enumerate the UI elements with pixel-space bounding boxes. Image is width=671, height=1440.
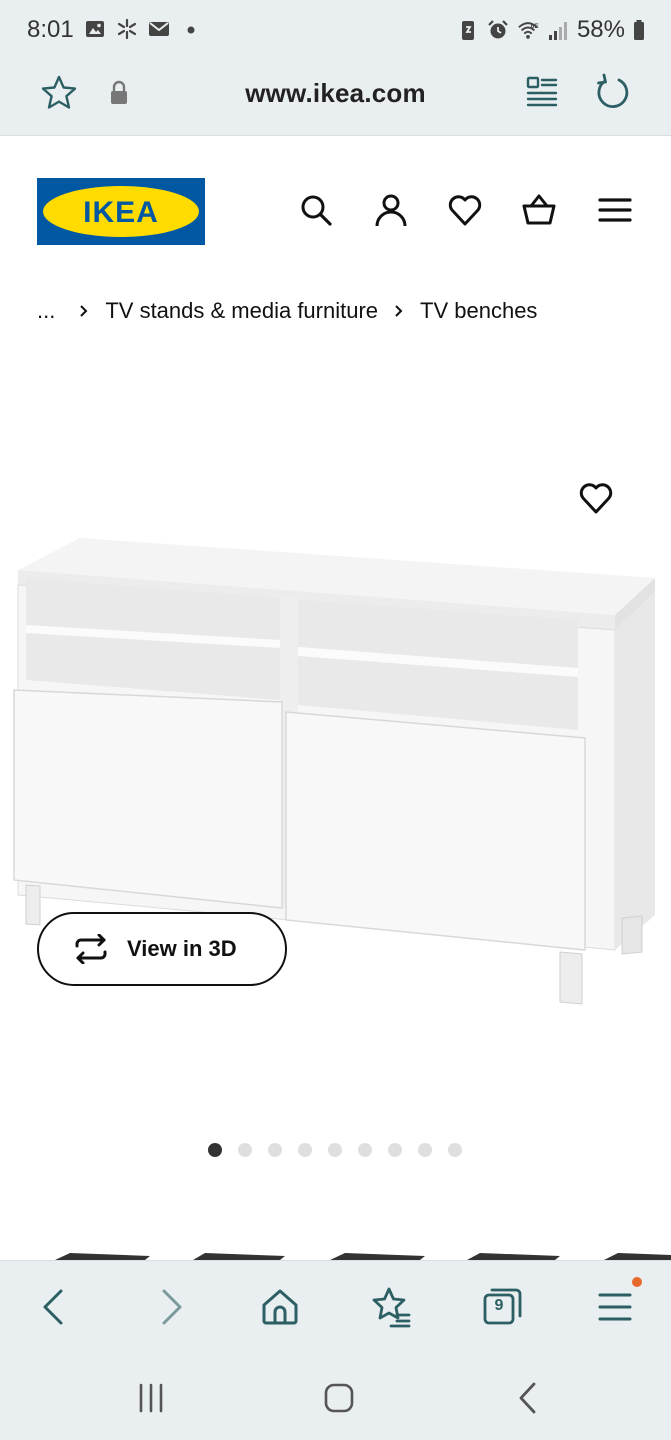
carousel-dot[interactable] xyxy=(388,1143,402,1157)
battery-icon xyxy=(634,20,644,40)
menu-icon[interactable] xyxy=(594,1285,638,1329)
sparkle-icon xyxy=(117,18,137,40)
url-address[interactable]: www.ikea.com xyxy=(0,78,671,109)
home-nav-icon[interactable] xyxy=(321,1380,357,1416)
status-notification-icons xyxy=(84,18,202,40)
ikea-logo[interactable]: IKEA xyxy=(37,178,205,245)
status-bar: 8:01 6E 58% xyxy=(0,0,671,60)
heart-icon[interactable] xyxy=(447,192,483,228)
breadcrumb-ellipsis[interactable]: ... xyxy=(37,298,55,324)
tab-count: 9 xyxy=(494,1297,504,1314)
status-system-icons: 6E 58% xyxy=(457,16,645,44)
back-icon[interactable] xyxy=(33,1285,77,1329)
breadcrumb-item-tv-stands[interactable]: TV stands & media furniture xyxy=(105,298,378,324)
browser-url-bar: www.ikea.com xyxy=(0,60,671,136)
browser-bottom-bar: 9 xyxy=(0,1260,671,1352)
carousel-dot[interactable] xyxy=(208,1143,222,1157)
view-in-3d-button[interactable]: View in 3D xyxy=(37,912,287,986)
forward-icon[interactable] xyxy=(148,1285,192,1329)
recent-apps-icon[interactable] xyxy=(133,1380,169,1416)
carousel-dot[interactable] xyxy=(298,1143,312,1157)
chevron-right-icon xyxy=(395,305,403,317)
account-icon[interactable] xyxy=(373,192,409,228)
menu-icon[interactable] xyxy=(597,192,633,228)
signal-icon xyxy=(548,22,567,40)
image-carousel-dots xyxy=(208,1143,462,1157)
reload-icon[interactable] xyxy=(592,72,632,112)
carousel-dot[interactable] xyxy=(418,1143,432,1157)
system-navigation-bar xyxy=(0,1352,671,1440)
tabs-button[interactable]: 9 xyxy=(480,1285,524,1329)
status-time: 8:01 xyxy=(27,16,74,43)
home-icon[interactable] xyxy=(258,1285,302,1329)
mail-icon xyxy=(149,22,169,36)
chevron-right-icon xyxy=(80,305,88,317)
carousel-dot[interactable] xyxy=(448,1143,462,1157)
wifi-icon: 6E xyxy=(518,22,539,39)
notification-dot xyxy=(632,1277,642,1287)
network-type-label: 6E xyxy=(531,23,539,30)
thumbnail-strip-peek xyxy=(55,1253,671,1260)
breadcrumb: ... TV stands & media furniture TV bench… xyxy=(37,298,537,324)
breadcrumb-item-tv-benches[interactable]: TV benches xyxy=(420,298,537,324)
image-icon xyxy=(86,21,104,37)
carousel-dot[interactable] xyxy=(358,1143,372,1157)
logo-text: IKEA xyxy=(83,196,159,229)
save-favourite-icon[interactable] xyxy=(578,480,614,516)
dot-icon xyxy=(187,26,195,34)
alarm-icon xyxy=(488,20,508,39)
carousel-dot[interactable] xyxy=(268,1143,282,1157)
bookmarks-icon[interactable] xyxy=(369,1285,413,1329)
search-icon[interactable] xyxy=(298,192,334,228)
view-in-3d-label: View in 3D xyxy=(127,936,237,961)
battery-saver-icon xyxy=(461,21,474,40)
carousel-dot[interactable] xyxy=(238,1143,252,1157)
carousel-dot[interactable] xyxy=(328,1143,342,1157)
basket-icon[interactable] xyxy=(521,192,557,228)
battery-percent: 58% xyxy=(576,16,625,43)
reader-mode-icon[interactable] xyxy=(524,74,560,110)
back-nav-icon[interactable] xyxy=(510,1380,546,1416)
rotate-3d-icon xyxy=(75,934,107,964)
